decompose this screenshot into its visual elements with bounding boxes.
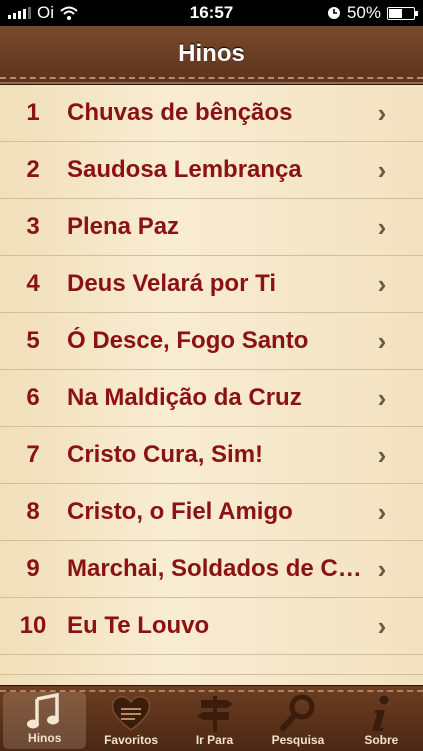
signpost-icon — [196, 696, 233, 732]
chevron-right-icon: › — [377, 382, 387, 413]
status-bar: Oi 16:57 50% — [0, 0, 423, 26]
hymn-row[interactable]: 1 Chuvas de bênçãos › — [0, 85, 423, 142]
signal-icon — [8, 7, 31, 19]
tab-pesquisa[interactable]: Pesquisa — [256, 686, 339, 751]
hymn-number: 2 — [26, 156, 40, 183]
hymn-number: 4 — [26, 270, 40, 297]
tab-favoritos[interactable]: Favoritos — [89, 686, 172, 751]
hymn-row[interactable]: 7 Cristo Cura, Sim! › — [0, 427, 423, 484]
hymn-title: Ó Desce, Fogo Santo — [67, 327, 309, 354]
hymn-number: 5 — [26, 327, 40, 354]
hymn-number: 6 — [26, 384, 40, 411]
chevron-right-icon: › — [377, 325, 387, 356]
hymn-title: Cristo Cura, Sim! — [67, 441, 264, 468]
page-title: Hinos — [178, 40, 245, 67]
tab-hinos[interactable]: Hinos — [3, 692, 87, 749]
chevron-right-icon: › — [377, 553, 387, 584]
hymn-title: Cristo, o Fiel Amigo — [67, 498, 293, 525]
hymn-number: 10 — [19, 612, 47, 639]
tab-label: Ir Para — [195, 733, 234, 747]
hymn-row[interactable]: 4 Deus Velará por Ti › — [0, 256, 423, 313]
hymn-row[interactable]: 6 Na Maldição da Cruz › — [0, 370, 423, 427]
chevron-right-icon: › — [377, 610, 387, 641]
leather-stitch — [0, 77, 423, 79]
tab-sobre[interactable]: Sobre — [340, 686, 423, 751]
status-right: 50% — [275, 3, 418, 23]
tab-label: Pesquisa — [271, 733, 325, 747]
chevron-right-icon: › — [377, 268, 387, 299]
wifi-icon — [60, 6, 78, 20]
hymn-row[interactable]: 9 Marchai, Soldados de Cristo › — [0, 541, 423, 598]
chevron-right-icon: › — [377, 211, 387, 242]
tab-bar: Hinos Favoritos Ir Para Pesquisa Sobre — [0, 685, 423, 751]
hymn-row[interactable]: 2 Saudosa Lembrança › — [0, 142, 423, 199]
hymn-number: 1 — [26, 99, 40, 126]
hymn-row[interactable]: 10 Eu Te Louvo › — [0, 598, 423, 655]
chevron-right-icon: › — [377, 439, 387, 470]
status-left: Oi — [8, 3, 148, 23]
hymn-title: Chuvas de bênçãos — [67, 99, 293, 126]
magnifier-icon — [279, 694, 315, 731]
chevron-right-icon: › — [377, 154, 387, 185]
music-note-icon — [26, 692, 59, 728]
navigation-bar: Hinos — [0, 26, 423, 85]
hymn-row[interactable]: 3 Plena Paz › — [0, 199, 423, 256]
battery-percent: 50% — [346, 3, 381, 22]
tab-label: Favoritos — [104, 733, 159, 747]
hymn-number: 8 — [26, 498, 40, 525]
hymn-row[interactable]: 5 Ó Desce, Fogo Santo › — [0, 313, 423, 370]
tab-label: Sobre — [364, 733, 399, 747]
hymn-list[interactable]: 1 Chuvas de bênçãos › 2 Saudosa Lembranç… — [0, 85, 423, 685]
tab-ir-para[interactable]: Ir Para — [173, 686, 256, 751]
alarm-clock-icon — [327, 7, 340, 19]
hymn-row-partial[interactable] — [0, 655, 423, 675]
chevron-right-icon: › — [377, 97, 387, 128]
hymn-number: 9 — [26, 555, 40, 582]
hymn-title: Eu Te Louvo — [67, 612, 210, 639]
heart-icon — [111, 696, 151, 731]
hymn-row[interactable]: 8 Cristo, o Fiel Amigo › — [0, 484, 423, 541]
tab-label: Hinos — [28, 731, 62, 745]
hymn-title: Marchai, Soldados de Cristo — [67, 555, 367, 582]
battery-icon — [387, 6, 418, 20]
carrier-label: Oi — [37, 3, 54, 22]
hymn-title: Deus Velará por Ti — [67, 270, 276, 297]
hymn-number: 3 — [26, 213, 40, 240]
hymn-title: Plena Paz — [67, 213, 180, 240]
clock: 16:57 — [189, 3, 234, 22]
chevron-right-icon: › — [377, 496, 387, 527]
hymn-title: Saudosa Lembrança — [67, 156, 302, 183]
hymn-title: Na Maldição da Cruz — [67, 384, 302, 411]
hymn-number: 7 — [26, 441, 40, 468]
info-icon — [372, 695, 389, 731]
